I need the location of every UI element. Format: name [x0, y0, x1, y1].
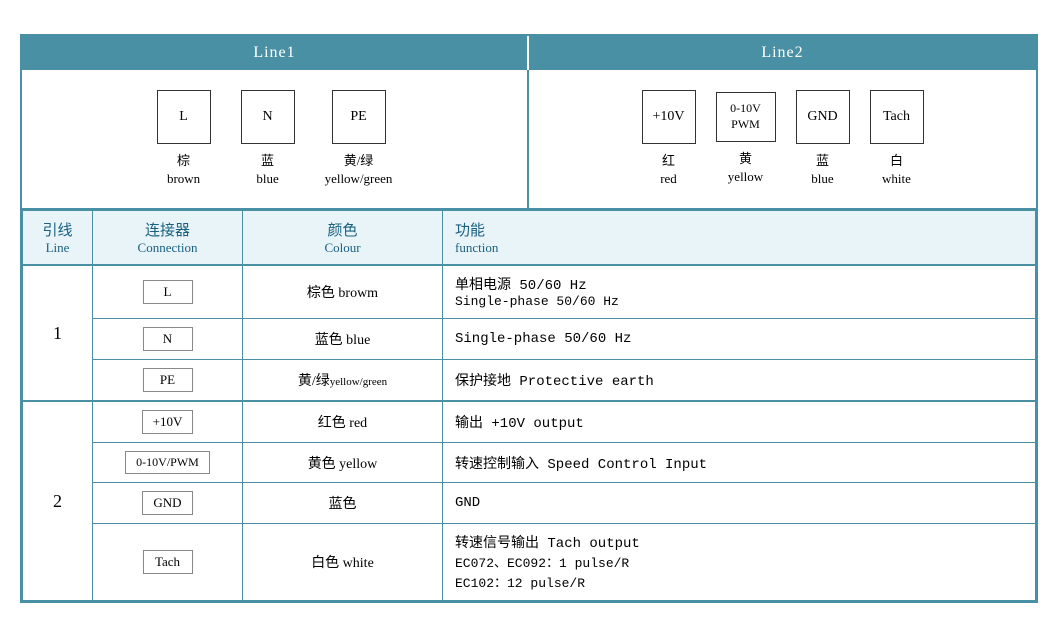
conn-box-gnd: GND [142, 491, 192, 515]
td-func-tach: 转速信号输出 Tach output EC072、EC092：1 pulse/R… [443, 524, 1036, 601]
connector-PE: PE 黄/绿yellow/green [325, 90, 393, 188]
th-colour: 颜色 Colour [243, 211, 443, 266]
th-func-en: function [455, 240, 1023, 256]
td-color-tach: 白色 white [243, 524, 443, 601]
th-line: 引线 Line [23, 211, 93, 266]
td-conn-PE: PE [93, 360, 243, 402]
table-row: GND 蓝色 GND [23, 483, 1036, 524]
th-conn-en: Connection [105, 240, 230, 256]
connector-box-pwm: 0-10VPWM [716, 92, 776, 142]
td-conn-10v: +10V [93, 401, 243, 443]
th-line-en: Line [35, 240, 80, 256]
connector-pwm: 0-10VPWM 黄yellow [716, 92, 776, 186]
td-conn-gnd: GND [93, 483, 243, 524]
td-line-2: 2 [23, 401, 93, 601]
table-row: 0-10V/PWM 黄色 yellow 转速控制输入 Speed Control… [23, 443, 1036, 483]
connector-label-pwm: 黄yellow [728, 150, 763, 186]
td-func-L: 单相电源 50/60 Hz Single-phase 50/60 Hz [443, 265, 1036, 319]
connector-10v: +10V 红red [642, 90, 696, 188]
diagram-row: L 棕brown N 蓝blue PE 黄/绿yellow/green +10V… [22, 70, 1036, 210]
td-color-10v: 红色 red [243, 401, 443, 443]
td-func-10v: 输出 +10V output [443, 401, 1036, 443]
td-func-gnd: GND [443, 483, 1036, 524]
connector-box-N: N [241, 90, 295, 144]
td-color-N: 蓝色 blue [243, 319, 443, 360]
conn-box-PE: PE [143, 368, 193, 392]
diagram-line2: +10V 红red 0-10VPWM 黄yellow GND 蓝blue Tac… [529, 70, 1036, 208]
conn-box-pwm: 0-10V/PWM [125, 451, 210, 474]
table-row: 2 +10V 红色 red 输出 +10V output [23, 401, 1036, 443]
connector-label-10v: 红red [660, 152, 677, 188]
diagram-line1: L 棕brown N 蓝blue PE 黄/绿yellow/green [22, 70, 529, 208]
header-line1: Line1 [22, 36, 529, 70]
connector-box-gnd: GND [796, 90, 850, 144]
header-row: Line1 Line2 [22, 36, 1036, 70]
td-conn-N: N [93, 319, 243, 360]
connector-gnd: GND 蓝blue [796, 90, 850, 188]
td-func-pwm: 转速控制输入 Speed Control Input [443, 443, 1036, 483]
td-func-N: Single-phase 50/60 Hz [443, 319, 1036, 360]
th-colour-zh: 颜色 [255, 219, 430, 240]
table-row: N 蓝色 blue Single-phase 50/60 Hz [23, 319, 1036, 360]
td-func-PE: 保护接地 Protective earth [443, 360, 1036, 402]
main-container: Line1 Line2 L 棕brown N 蓝blue PE 黄/绿yello… [20, 34, 1038, 603]
connector-L: L 棕brown [157, 90, 211, 188]
td-color-L: 棕色 browm [243, 265, 443, 319]
connector-N: N 蓝blue [241, 90, 295, 188]
td-conn-tach: Tach [93, 524, 243, 601]
conn-box-10v: +10V [142, 410, 194, 434]
td-conn-pwm: 0-10V/PWM [93, 443, 243, 483]
connector-box-L: L [157, 90, 211, 144]
table-body: 1 L 棕色 browm 单相电源 50/60 Hz Single-phase … [23, 265, 1036, 601]
data-table: 引线 Line 连接器 Connection 颜色 Colour 功能 func… [22, 210, 1036, 601]
connector-label-tach: 白white [882, 152, 911, 188]
connector-tach: Tach 白white [870, 90, 924, 188]
conn-box-tach: Tach [143, 550, 193, 574]
connector-label-PE: 黄/绿yellow/green [325, 152, 393, 188]
connector-box-10v: +10V [642, 90, 696, 144]
th-function: 功能 function [443, 211, 1036, 266]
td-color-pwm: 黄色 yellow [243, 443, 443, 483]
connector-box-PE: PE [332, 90, 386, 144]
td-line-1: 1 [23, 265, 93, 401]
th-func-zh: 功能 [455, 219, 1023, 240]
table-row: PE 黄/绿yellow/green 保护接地 Protective earth [23, 360, 1036, 402]
conn-box-L: L [143, 280, 193, 304]
th-colour-en: Colour [255, 240, 430, 256]
th-connection: 连接器 Connection [93, 211, 243, 266]
td-color-gnd: 蓝色 [243, 483, 443, 524]
table-header-row: 引线 Line 连接器 Connection 颜色 Colour 功能 func… [23, 211, 1036, 266]
table-row: Tach 白色 white 转速信号输出 Tach output EC072、E… [23, 524, 1036, 601]
td-conn-L: L [93, 265, 243, 319]
connector-label-L: 棕brown [167, 152, 200, 188]
th-conn-zh: 连接器 [105, 219, 230, 240]
conn-box-N: N [143, 327, 193, 351]
connector-label-N: 蓝blue [256, 152, 278, 188]
td-color-PE: 黄/绿yellow/green [243, 360, 443, 402]
header-line2: Line2 [529, 36, 1036, 70]
table-row: 1 L 棕色 browm 单相电源 50/60 Hz Single-phase … [23, 265, 1036, 319]
connector-label-gnd: 蓝blue [811, 152, 833, 188]
connector-box-tach: Tach [870, 90, 924, 144]
th-line-zh: 引线 [35, 219, 80, 240]
